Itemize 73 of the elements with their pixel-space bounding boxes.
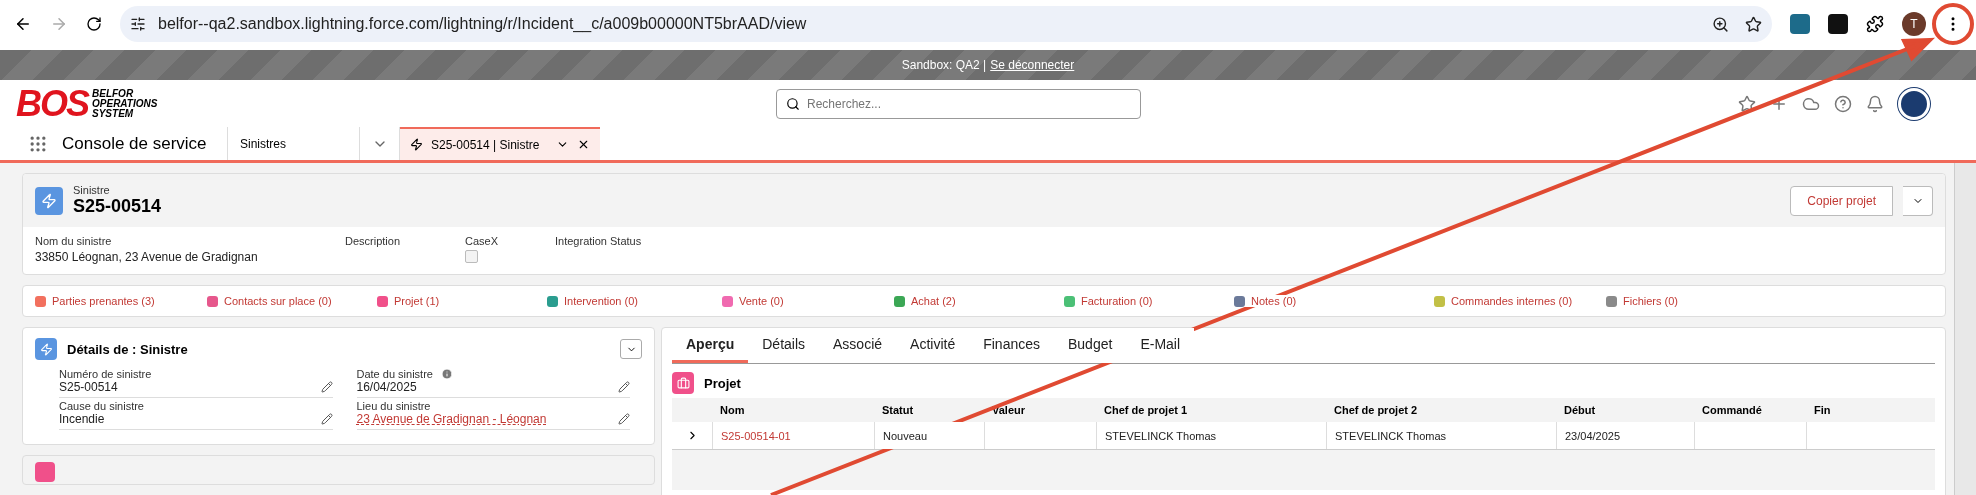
column-header: Début (1563, 404, 1597, 416)
annotation-circle (1932, 3, 1974, 45)
address-bar[interactable]: belfor--qa2.sandbox.lightning.force.com/lightning/r/Incident__c/a009b00000NT5brAAD/view (120, 6, 1772, 42)
extensions-icon[interactable] (1866, 15, 1884, 33)
column-header: Fin (1813, 404, 1832, 416)
record-title: S25-00514 (73, 196, 162, 217)
column-header: Statut (881, 404, 915, 416)
field-label: Nom du sinistre (35, 235, 113, 247)
related-link[interactable]: Parties prenantes (3) (35, 295, 155, 307)
column-header: Commandé (1701, 404, 1763, 416)
url-text: belfor--qa2.sandbox.lightning.force.com/lightning/r/Incident__c/a009b00000NT5brAAD/view (158, 15, 807, 33)
favorites-star-icon[interactable] (1738, 94, 1756, 113)
bolt-icon (410, 138, 423, 151)
edit-icon[interactable] (320, 413, 333, 425)
column-header: Chef de projet 1 (1103, 404, 1189, 416)
related-link[interactable]: Contacts sur place (0) (207, 295, 332, 307)
field-label: Description (345, 235, 402, 247)
edit-icon[interactable] (618, 381, 630, 393)
user-avatar[interactable] (1898, 87, 1930, 120)
edit-icon[interactable] (320, 381, 333, 393)
related-link[interactable]: Facturation (0) (1064, 295, 1153, 307)
field-label: Date du sinistre (356, 368, 433, 380)
logo-text: BELFOR OPERATIONS SYSTEM (92, 88, 158, 119)
profile-avatar[interactable]: T (1902, 12, 1926, 36)
extension-icon[interactable] (1828, 14, 1848, 34)
site-settings-icon[interactable] (130, 16, 146, 32)
bookmark-star-icon[interactable] (1745, 15, 1762, 33)
related-link[interactable]: Intervention (0) (547, 295, 638, 307)
column-header: Nom (719, 404, 746, 416)
field-label: Cause du sinistre (59, 400, 144, 412)
app-name: Console de service (62, 133, 207, 154)
related-link[interactable]: Notes (0) (1234, 295, 1297, 307)
field-label: Lieu du sinistre (356, 400, 431, 412)
card-icon (35, 462, 55, 482)
related-link[interactable]: Achat (2) (894, 295, 956, 307)
search-icon (786, 96, 800, 111)
bolt-icon (35, 186, 63, 215)
field-value: Incendie (59, 412, 105, 426)
tab-label: S25-00514 | Sinistre (431, 137, 540, 152)
back-icon[interactable] (14, 15, 32, 33)
search-field[interactable]: Recherchez... (776, 88, 1141, 119)
field-link[interactable]: 23 Avenue de Gradignan - Léognan (356, 412, 547, 426)
list-title: Projet (704, 375, 741, 391)
bolt-icon (35, 338, 57, 360)
scrollbar[interactable] (1954, 163, 1976, 495)
copy-project-button[interactable]: Copier projet (1790, 185, 1893, 216)
field-value: S25-00514 (59, 380, 118, 394)
bell-icon[interactable] (1866, 94, 1884, 113)
card-title: Détails de : Sinistre (67, 341, 188, 357)
checkbox[interactable] (465, 250, 478, 263)
related-link[interactable]: Commandes internes (0) (1434, 295, 1573, 307)
logout-link[interactable]: Se déconnecter (990, 58, 1075, 72)
field-label: Integration Status (555, 235, 643, 247)
logo-mark: BOS (16, 82, 88, 125)
info-icon[interactable] (440, 368, 453, 380)
object-type: Sinistre (73, 184, 111, 196)
help-icon[interactable] (1834, 94, 1852, 113)
object-menu[interactable]: Sinistres (228, 127, 360, 160)
sandbox-label: Sandbox: QA2 | (901, 58, 987, 72)
related-link[interactable]: Projet (1) (377, 295, 440, 307)
reload-icon[interactable] (86, 16, 102, 32)
edit-icon[interactable] (618, 413, 630, 425)
field-value: 33850 Léognan, 23 Avenue de Gradignan (35, 250, 259, 264)
field-label: Numéro de sinistre (59, 368, 152, 380)
field-label: CaseX (465, 235, 500, 247)
column-header: Chef de projet 2 (1333, 404, 1419, 416)
close-icon[interactable] (577, 138, 590, 151)
workspace-tab[interactable]: S25-00514 | Sinistre (400, 127, 600, 160)
briefcase-icon (672, 372, 694, 394)
zoom-icon[interactable] (1712, 15, 1729, 33)
field-value: 16/04/2025 (356, 380, 417, 394)
related-link[interactable]: Fichiers (0) (1606, 295, 1678, 307)
related-link[interactable]: Vente (0) (722, 295, 784, 307)
